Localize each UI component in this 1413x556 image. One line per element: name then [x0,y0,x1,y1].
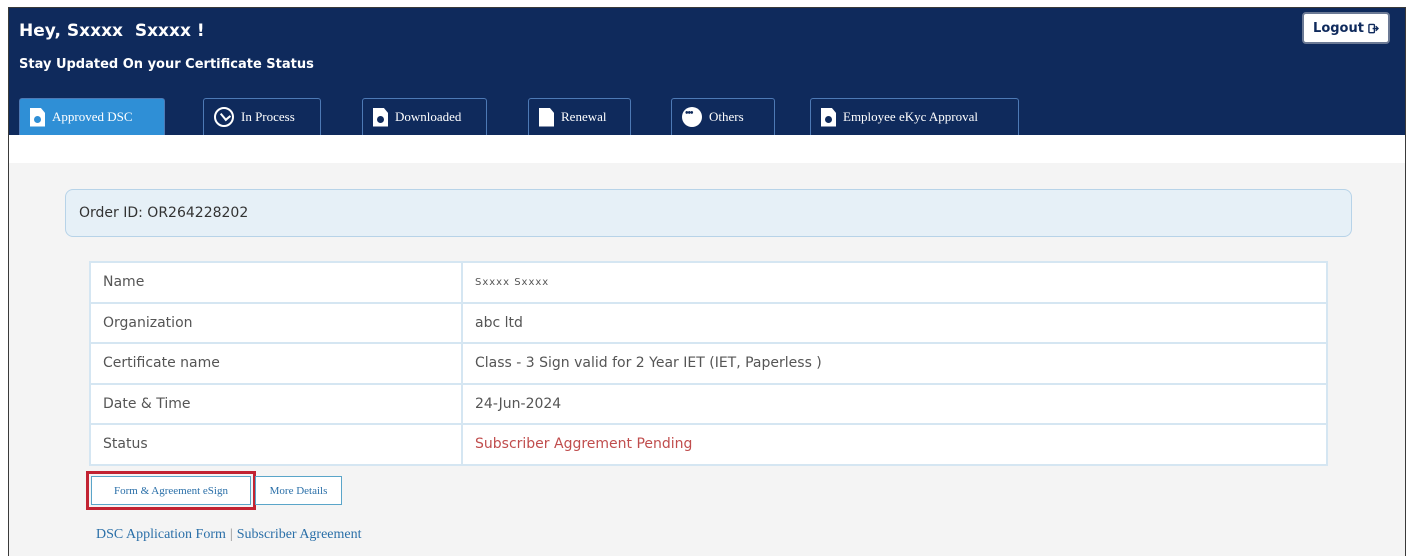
order-id-bar: Order ID: OR264228202 [65,189,1352,237]
subscriber-agreement-link[interactable]: Subscriber Agreement [237,527,362,542]
tab-employee-ekyc-approval[interactable]: Employee eKyc Approval [810,98,1019,135]
row-value: Sxxxx Sxxxx [461,261,1328,304]
table-row: Organization abc ltd [89,301,1328,344]
document-links: DSC Application Form | Subscriber Agreemen… [96,527,362,543]
table-row: Name Sxxxx Sxxxx [89,261,1328,304]
logout-icon [1368,23,1379,33]
clock-icon [214,107,234,127]
table-row: Date & Time 24-Jun-2024 [89,382,1328,425]
row-label: Certificate name [89,342,463,385]
tab-label: Renewal [561,109,607,124]
document-icon [30,107,45,127]
document-icon [539,107,554,127]
certificate-status-page: Hey, Sxxxx Sxxxx ! Stay Updated On your … [8,7,1406,556]
tab-approved-dsc[interactable]: Approved DSC [19,98,165,135]
logout-label: Logout [1313,20,1364,36]
table-row: Status Subscriber Aggrement Pending [89,423,1328,466]
more-details-button[interactable]: More Details [255,476,342,505]
more-dots-icon [682,107,702,127]
row-label: Status [89,423,463,466]
tab-label: In Process [241,109,295,124]
logout-button[interactable]: Logout [1302,12,1390,44]
tab-label: Approved DSC [52,109,133,124]
row-label: Date & Time [89,382,463,425]
document-icon [373,107,388,127]
tab-label: Others [709,109,744,124]
document-icon [821,107,836,127]
page-subtitle: Stay Updated On your Certificate Status [19,57,314,72]
tab-downloaded[interactable]: Downloaded [362,98,487,135]
tab-renewal[interactable]: Renewal [528,98,631,135]
row-value: Class - 3 Sign valid for 2 Year IET (IET… [461,342,1328,385]
row-value: abc ltd [461,301,1328,344]
tab-label: Employee eKyc Approval [843,109,979,124]
dsc-application-form-link[interactable]: DSC Application Form [96,527,226,542]
greeting: Hey, Sxxxx Sxxxx ! [19,21,205,41]
row-label: Organization [89,301,463,344]
tab-label: Downloaded [395,109,462,124]
header: Hey, Sxxxx Sxxxx ! Stay Updated On your … [9,8,1405,135]
form-agreement-esign-button[interactable]: Form & Agreement eSign [91,476,251,505]
row-value: 24-Jun-2024 [461,382,1328,425]
link-separator: | [229,527,233,542]
status-value: Subscriber Aggrement Pending [461,423,1328,466]
tab-in-process[interactable]: In Process [203,98,321,135]
tab-others[interactable]: Others [671,98,775,135]
order-details-table: Name Sxxxx Sxxxx Organization abc ltd Ce… [89,261,1328,466]
content-divider [9,135,1405,163]
main-content: Order ID: OR264228202 Name Sxxxx Sxxxx O… [9,135,1405,556]
table-row: Certificate name Class - 3 Sign valid fo… [89,342,1328,385]
order-id: Order ID: OR264228202 [79,205,249,221]
row-label: Name [89,261,463,304]
